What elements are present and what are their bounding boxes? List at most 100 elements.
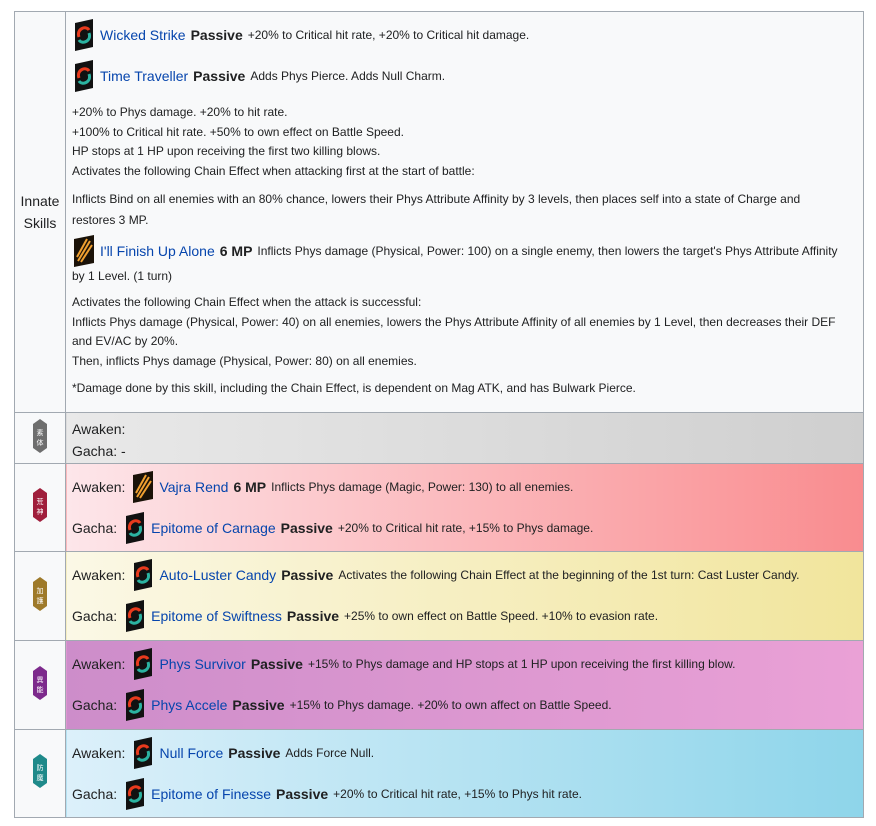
skills-table: Innate Skills Wicked Strike Passive +20%… (14, 11, 864, 818)
awaken-label: Awaken: (72, 479, 126, 495)
skill-desc: Activates the following Chain Effect at … (338, 568, 800, 582)
awaken-label: Awaken: (72, 745, 126, 761)
awaken-label: Awaken: (72, 421, 126, 437)
awaken-label: Awaken: (72, 656, 126, 672)
skill-note: *Damage done by this skill, including th… (72, 381, 636, 395)
crest-cell-aragami: 荒神 (14, 463, 66, 552)
svg-text:荒: 荒 (37, 497, 44, 506)
innate-label-2: Skills (23, 215, 57, 231)
ward-row-body: Awaken: Null Force Passive Adds Force Nu… (65, 729, 864, 818)
svg-text:素: 素 (37, 428, 44, 437)
skill-link-null-force[interactable]: Null Force (159, 743, 223, 763)
svg-text:体: 体 (37, 438, 44, 447)
skill-desc: Inflicts Phys damage (Physical, Power: 1… (257, 244, 838, 258)
skill-tag: Passive (250, 656, 303, 672)
passive-swirl-icon (134, 648, 153, 680)
gacha-label: Gacha: (72, 520, 118, 536)
aragami-crest-icon: 荒神 (33, 488, 47, 522)
skill-tag: Passive (228, 745, 281, 761)
skill-tag: Passive (286, 608, 340, 624)
skill-tag: 6 MP (219, 243, 253, 259)
skill-desc: Inflicts Phys damage (Magic, Power: 130)… (271, 480, 574, 494)
skill-link-auto-luster-candy[interactable]: Auto-Luster Candy (159, 565, 276, 585)
passive-swirl-icon (126, 512, 145, 544)
unusual-row-body: Awaken: Phys Survivor Passive +15% to Ph… (65, 640, 864, 730)
skill-tag: Passive (193, 68, 246, 84)
chain-effect-line: Then, inflicts Phys damage (Physical, Po… (72, 353, 417, 368)
svg-text:加: 加 (37, 586, 44, 595)
phys-slash-icon (74, 235, 94, 267)
svg-text:魔: 魔 (37, 773, 44, 782)
chain-effect-line: Inflicts Bind on all enemies with an 80%… (72, 192, 801, 206)
skill-tag: Passive (280, 520, 333, 536)
awaken-skill-row: Awaken: Auto-Luster Candy Passive Activa… (66, 558, 863, 592)
gacha-skill-row: Gacha: Epitome of Swiftness Passive +25%… (66, 599, 863, 633)
passive-swirl-icon (126, 778, 145, 810)
skill-desc: +15% to Phys damage. +20% to own affect … (289, 698, 612, 712)
passive-swirl-icon (134, 559, 153, 591)
skill-row-wicked-strike: Wicked Strike Passive +20% to Critical h… (66, 18, 863, 52)
skill-link-phys-accele[interactable]: Phys Accele (151, 695, 227, 715)
skill-link-wicked-strike[interactable]: Wicked Strike (100, 25, 186, 45)
skill-desc: +20% to Critical hit rate, +20% to Criti… (247, 28, 530, 42)
ward-crest-icon: 防魔 (33, 754, 47, 788)
skill-desc: +20% to Critical hit rate, +15% to Phys … (337, 521, 594, 535)
divine-crest-icon: 加護 (33, 576, 47, 611)
crest-cell-unusual: 異能 (14, 640, 66, 730)
passive-swirl-icon (134, 737, 153, 769)
innate-effect-line: +20% to Phys damage. +20% to hit rate. (72, 105, 288, 119)
skill-tag: Passive (232, 697, 285, 713)
divine-row-body: Awaken: Auto-Luster Candy Passive Activa… (65, 551, 864, 641)
aragami-row-body: Awaken: Vajra Rend 6 MP Inflicts Phys da… (65, 463, 864, 552)
skill-desc: +15% to Phys damage and HP stops at 1 HP… (307, 657, 736, 671)
passive-swirl-icon (126, 600, 145, 632)
base-crest-icon: 素体 (33, 418, 47, 453)
skill-link-vajra-rend[interactable]: Vajra Rend (159, 477, 228, 497)
passive-swirl-icon (126, 689, 145, 721)
base-row-body: Awaken: Gacha: - (65, 412, 864, 464)
innate-label-1: Innate (20, 193, 60, 209)
gacha-label: Gacha: (72, 697, 118, 713)
phys-slash-icon (133, 471, 154, 503)
skill-link-ill-finish-up-alone[interactable]: I'll Finish Up Alone (100, 241, 215, 261)
crest-cell-divine: 加護 (14, 551, 66, 641)
passive-swirl-icon (75, 19, 93, 51)
gacha-label: Gacha: - (72, 443, 126, 459)
chain-effect-line: Inflicts Phys damage (Physical, Power: 4… (72, 314, 836, 329)
skill-desc: Adds Force Null. (285, 746, 375, 760)
skill-tag: Passive (275, 786, 329, 802)
skill-desc: +25% to own effect on Battle Speed. +10%… (344, 609, 659, 623)
skill-tag: Passive (281, 567, 334, 583)
skill-desc: +20% to Critical hit rate, +15% to Phys … (333, 787, 582, 801)
gacha-skill-row: Gacha: Epitome of Carnage Passive +20% t… (66, 511, 863, 545)
gacha-label: Gacha: (72, 608, 118, 624)
gacha-skill-row: Gacha: Epitome of Finesse Passive +20% t… (66, 777, 863, 811)
svg-text:神: 神 (37, 507, 44, 516)
chain-effect-line: Activates the following Chain Effect whe… (72, 295, 422, 309)
skill-desc-cont: by 1 Level. (1 turn) (72, 269, 173, 283)
innate-effect-line: Activates the following Chain Effect whe… (72, 163, 475, 178)
awaken-skill-row: Awaken: Vajra Rend 6 MP Inflicts Phys da… (66, 470, 863, 504)
skill-link-epitome-of-swiftness[interactable]: Epitome of Swiftness (151, 606, 282, 626)
svg-text:防: 防 (37, 763, 44, 772)
skill-tag: Passive (190, 27, 243, 43)
skill-link-phys-survivor[interactable]: Phys Survivor (159, 654, 245, 674)
svg-text:異: 異 (37, 676, 44, 684)
innate-skills-header: Innate Skills (14, 11, 66, 413)
innate-skills-body: Wicked Strike Passive +20% to Critical h… (65, 11, 864, 413)
skill-row-ill-finish-up-alone: I'll Finish Up Alone 6 MP Inflicts Phys … (66, 235, 863, 267)
gacha-label: Gacha: (72, 786, 118, 802)
awaken-skill-row: Awaken: Phys Survivor Passive +15% to Ph… (66, 647, 863, 681)
skill-link-epitome-of-carnage[interactable]: Epitome of Carnage (151, 518, 276, 538)
skill-desc: Adds Phys Pierce. Adds Null Charm. (250, 69, 446, 83)
unusual-crest-icon: 異能 (33, 665, 47, 700)
innate-effect-line: HP stops at 1 HP upon receiving the firs… (72, 144, 381, 158)
skill-link-epitome-of-finesse[interactable]: Epitome of Finesse (151, 784, 271, 804)
skill-tag: 6 MP (233, 479, 267, 495)
passive-swirl-icon (75, 60, 93, 92)
gacha-skill-row: Gacha: Phys Accele Passive +15% to Phys … (66, 688, 863, 722)
skill-link-time-traveller[interactable]: Time Traveller (100, 66, 188, 86)
svg-text:護: 護 (37, 596, 44, 605)
chain-effect-line: and EV/AC by 20%. (72, 334, 179, 348)
skill-row-time-traveller: Time Traveller Passive Adds Phys Pierce.… (66, 59, 863, 93)
